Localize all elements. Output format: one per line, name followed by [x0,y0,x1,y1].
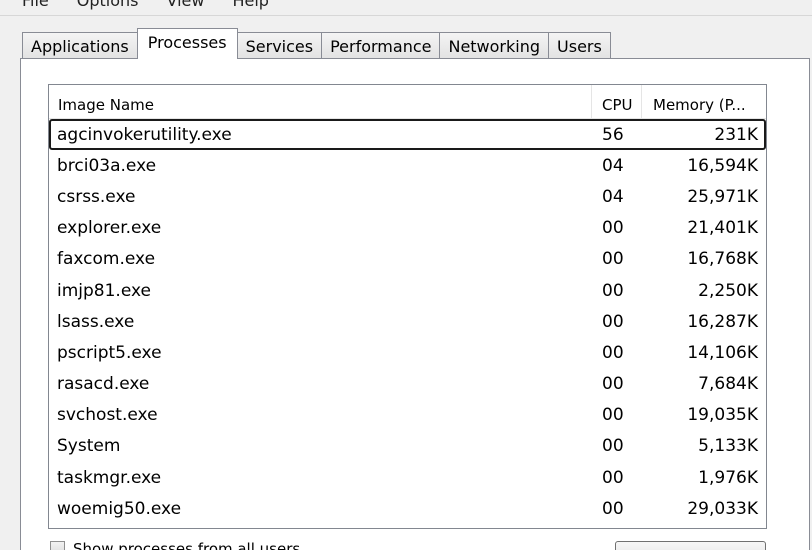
process-name-cell: agcinvokerutility.exe [57,124,232,145]
memory-cell: 16,768K [687,249,758,270]
process-name-cell: csrss.exe [57,186,136,207]
table-row[interactable]: rasacd.exe 00 7,684K [49,369,766,400]
cpu-cell: 04 [602,186,624,207]
table-row[interactable]: agcinvokerutility.exe 56 231K [49,119,766,151]
table-row[interactable]: taskmgr.exe 00 1,976K [49,462,766,493]
table-row[interactable]: svchost.exe 00 19,035K [49,400,766,431]
menu-view[interactable]: View [153,0,219,13]
memory-cell: 1,976K [698,467,758,488]
process-list-header: Image Name CPU Memory (P... [49,85,766,119]
cpu-cell: 00 [602,405,624,426]
memory-cell: 7,684K [698,374,758,395]
table-row[interactable]: woemig50.exe 00 29,033K [49,493,766,524]
cpu-cell: 00 [602,280,624,301]
column-header-image-name[interactable]: Image Name [49,85,592,118]
tab-strip: Applications Processes Services Performa… [22,28,611,59]
memory-cell: 16,594K [687,155,758,176]
memory-cell: 29,033K [687,498,758,519]
task-manager-window: File Options View Help Applications Proc… [0,0,812,550]
cpu-cell: 04 [602,155,624,176]
process-name-cell: explorer.exe [57,218,162,239]
table-row[interactable]: imjp81.exe 00 2,250K [49,275,766,306]
cpu-cell: 00 [602,218,624,239]
cpu-cell: 00 [602,374,624,395]
memory-cell: 21,401K [687,218,758,239]
tab-networking[interactable]: Networking [439,32,550,59]
memory-cell: 2,250K [698,280,758,301]
table-row[interactable]: csrss.exe 04 25,971K [49,181,766,212]
cpu-cell: 00 [602,249,624,270]
memory-cell: 231K [714,124,758,145]
column-header-cpu[interactable]: CPU [592,85,642,118]
tab-applications[interactable]: Applications [22,32,138,59]
memory-cell: 16,287K [687,311,758,332]
menu-bar: File Options View Help [0,0,812,13]
process-list[interactable]: Image Name CPU Memory (P... agcinvokerut… [48,84,767,529]
menu-help[interactable]: Help [218,0,282,13]
process-name-cell: woemig50.exe [57,498,182,519]
end-process-button[interactable] [615,541,766,550]
table-row[interactable]: lsass.exe 00 16,287K [49,306,766,337]
tab-services[interactable]: Services [236,32,323,59]
menu-divider [0,15,812,16]
menu-file[interactable]: File [0,0,63,13]
cpu-cell: 00 [602,311,624,332]
process-name-cell: System [57,436,121,457]
memory-cell: 14,106K [687,342,758,363]
tab-performance[interactable]: Performance [321,32,441,59]
show-all-users-checkbox[interactable] [50,541,65,550]
process-name-cell: taskmgr.exe [57,467,162,488]
process-name-cell: pscript5.exe [57,342,162,363]
table-row[interactable]: explorer.exe 00 21,401K [49,213,766,244]
process-name-cell: lsass.exe [57,311,135,332]
process-name-cell: imjp81.exe [57,280,151,301]
cpu-cell: 00 [602,436,624,457]
cpu-cell: 00 [602,342,624,363]
cpu-cell: 00 [602,498,624,519]
process-rows: agcinvokerutility.exe 56 231K brci03a.exe 04… [49,119,766,524]
memory-cell: 5,133K [698,436,758,457]
column-header-memory[interactable]: Memory (P... [642,85,766,118]
cpu-cell: 56 [602,124,624,145]
process-name-cell: brci03a.exe [57,155,157,176]
memory-cell: 19,035K [687,405,758,426]
tab-users[interactable]: Users [548,32,611,59]
memory-cell: 25,971K [687,186,758,207]
process-name-cell: faxcom.exe [57,249,156,270]
menu-options[interactable]: Options [63,0,153,13]
table-row[interactable]: pscript5.exe 00 14,106K [49,337,766,368]
table-row[interactable]: System 00 5,133K [49,431,766,462]
tab-processes[interactable]: Processes [136,28,238,59]
process-name-cell: svchost.exe [57,405,158,426]
process-name-cell: rasacd.exe [57,374,150,395]
table-row[interactable]: faxcom.exe 00 16,768K [49,244,766,275]
show-all-users-label: Show processes from all users [73,540,301,550]
cpu-cell: 00 [602,467,624,488]
table-row[interactable]: brci03a.exe 04 16,594K [49,150,766,181]
